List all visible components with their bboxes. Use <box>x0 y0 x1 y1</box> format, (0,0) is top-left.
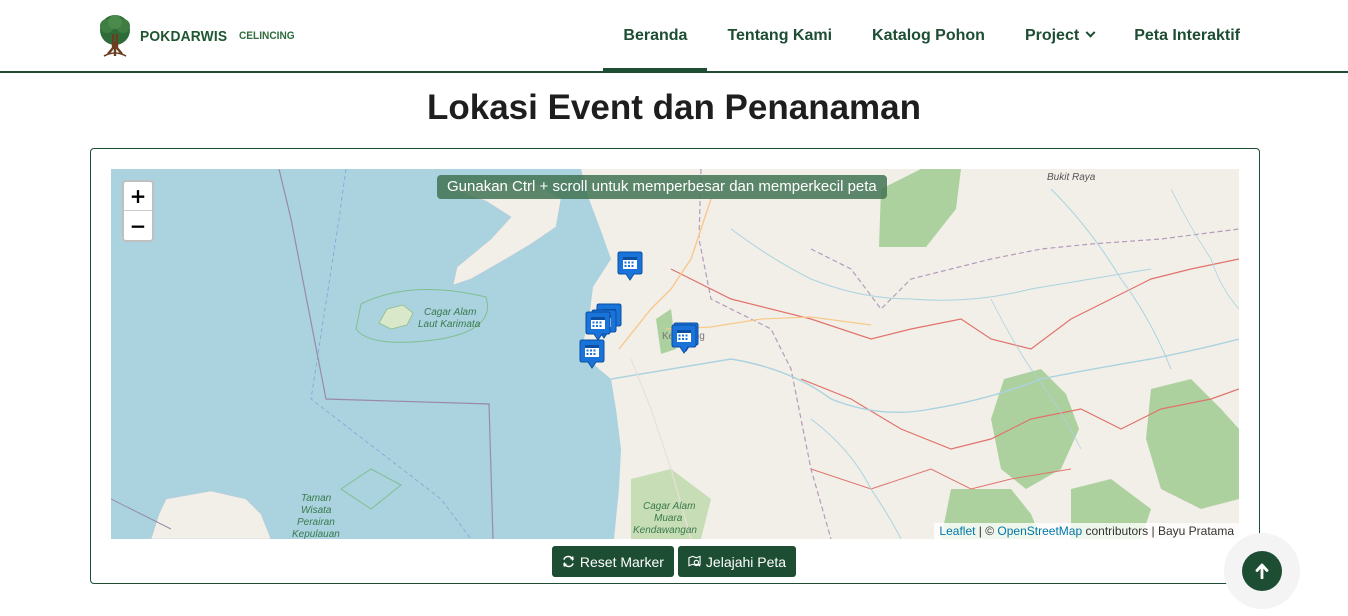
tree-logo-icon <box>100 15 130 57</box>
nav-katalog-pohon[interactable]: Katalog Pohon <box>852 0 1005 71</box>
label-kepulauan: Kepulauan <box>292 529 340 539</box>
navbar: POKDARWIS CELINCING Beranda Tentang Kami… <box>0 0 1348 73</box>
map-zoom-hint: Gunakan Ctrl + scroll untuk memperbesar … <box>437 175 887 199</box>
scroll-to-top-button[interactable] <box>1242 551 1282 591</box>
nav-label: Tentang Kami <box>727 26 833 44</box>
event-marker[interactable] <box>579 339 605 369</box>
explore-map-label: Jelajahi Peta <box>705 553 787 570</box>
page-title: Lokasi Event dan Penanaman <box>426 88 922 127</box>
calendar-icon <box>579 339 605 369</box>
map-actions: Reset Marker Jelajahi Peta <box>0 546 1348 577</box>
openstreetmap-link[interactable]: OpenStreetMap <box>997 524 1082 538</box>
attribution-separator: | © <box>975 524 998 538</box>
nav-tentang-kami[interactable]: Tentang Kami <box>707 0 852 71</box>
arrow-up-icon <box>1255 563 1269 579</box>
zoom-out-button[interactable]: − <box>124 211 152 240</box>
label-wisata: Wisata <box>301 505 332 516</box>
label-cagar-alam-muara: Cagar Alam <box>643 501 695 512</box>
event-marker[interactable] <box>617 251 643 281</box>
map-attribution: Leaflet | © OpenStreetMap contributors |… <box>934 523 1239 539</box>
explore-map-button[interactable]: Jelajahi Peta <box>677 546 797 577</box>
calendar-icon <box>617 251 643 281</box>
label-taman: Taman <box>301 493 332 504</box>
reset-marker-label: Reset Marker <box>579 553 664 570</box>
brand-name: POKDARWIS <box>140 27 228 45</box>
map-search-icon <box>688 555 701 567</box>
zoom-control: + − <box>122 180 154 242</box>
chevron-down-icon <box>1085 27 1096 38</box>
label-kendawangan: Kendawangan <box>633 525 697 536</box>
event-marker[interactable] <box>671 324 697 354</box>
reset-marker-button[interactable]: Reset Marker <box>551 546 674 577</box>
nav-label: Project <box>1024 26 1080 44</box>
nav-label: Katalog Pohon <box>872 26 985 44</box>
calendar-icon <box>671 324 697 354</box>
brand[interactable]: POKDARWIS CELINCING <box>96 14 299 58</box>
attribution-text: contributors | Bayu Pratama <box>1082 524 1234 538</box>
leaflet-link[interactable]: Leaflet <box>939 524 975 538</box>
refresh-icon <box>563 555 574 568</box>
nav-beranda[interactable]: Beranda <box>603 0 708 71</box>
label-bukit-raya: Bukit Raya <box>1047 172 1096 183</box>
map-tiles: Bukit Raya Cagar Alam Laut Karimata Keta… <box>111 169 1239 539</box>
nav-project-dropdown[interactable]: Project <box>1005 0 1114 71</box>
zoom-in-button[interactable]: + <box>124 182 152 211</box>
label-laut-karimata: Laut Karimata <box>418 319 481 330</box>
calendar-icon <box>585 311 611 341</box>
nav-label: Beranda <box>623 26 688 44</box>
interactive-map[interactable]: Bukit Raya Cagar Alam Laut Karimata Keta… <box>111 169 1239 539</box>
nav-label: Peta Interaktif <box>1134 26 1240 44</box>
nav-peta-interaktif[interactable]: Peta Interaktif <box>1114 0 1260 71</box>
brand-subtitle: CELINCING <box>238 30 295 42</box>
label-cagar-alam: Cagar Alam <box>424 307 476 318</box>
event-marker[interactable] <box>585 311 611 341</box>
main-nav: Beranda Tentang Kami Katalog Pohon Proje… <box>603 0 1260 71</box>
label-perairan: Perairan <box>297 517 335 528</box>
label-muara: Muara <box>654 513 683 524</box>
